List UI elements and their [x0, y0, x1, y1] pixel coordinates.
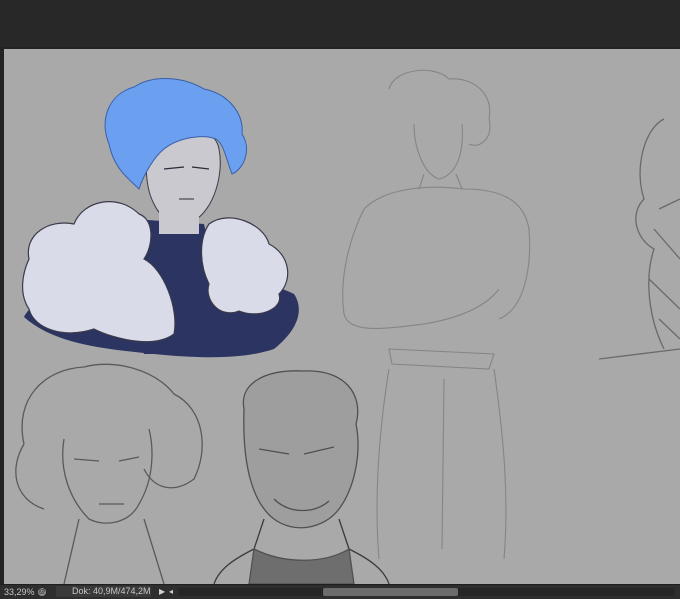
woman-sketch	[15, 363, 203, 584]
document-size: Dok: 40,9M/474,2M	[56, 586, 151, 597]
zoom-level[interactable]: 33,29%	[4, 585, 35, 599]
canvas-area[interactable]	[0, 47, 680, 584]
scrollbar-thumb[interactable]	[323, 588, 458, 596]
partial-figure-sketch	[598, 118, 680, 360]
horizontal-scrollbar[interactable]	[178, 588, 674, 596]
status-bar: 33,29% @ Dok: 40,9M/474,2M ▶ ◂	[0, 584, 680, 599]
scroll-left-icon[interactable]: ◂	[169, 585, 173, 599]
drawing-canvas[interactable]	[4, 49, 680, 584]
play-arrow-icon[interactable]: ▶	[159, 585, 165, 599]
title-bar	[0, 0, 680, 48]
sketch-artwork	[15, 69, 680, 584]
man-sketch	[213, 370, 390, 584]
standing-figure-sketch	[342, 69, 531, 560]
colored-portrait	[22, 78, 299, 358]
zoom-icon[interactable]: @	[38, 588, 46, 596]
